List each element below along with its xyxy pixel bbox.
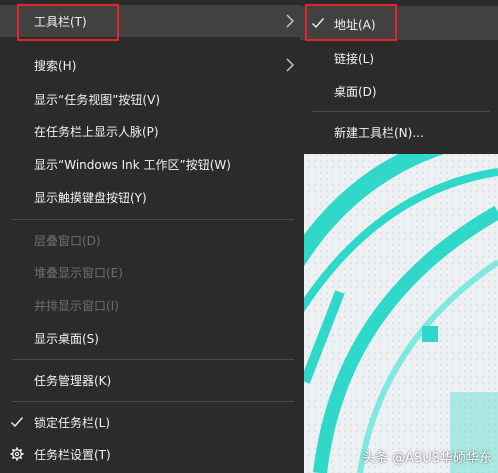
menu-item-task-manager[interactable]: 任务管理器(K) <box>0 364 304 396</box>
check-icon <box>11 417 24 428</box>
menu-item-label: 层叠窗口(D) <box>34 233 101 248</box>
chevron-right-icon <box>286 14 294 28</box>
menu-separator <box>12 359 294 360</box>
menu-item-label: 显示“Windows Ink 工作区”按钮(W) <box>34 157 231 172</box>
watermark-text: 头条 @ASUS华硕华东 <box>362 451 493 466</box>
menu-item-lock-taskbar[interactable]: 锁定任务栏(L) <box>0 406 304 438</box>
menu-item-label: 显示“任务视图”按钮(V) <box>34 92 161 107</box>
menu-separator <box>12 219 294 220</box>
menu-item-show-desktop[interactable]: 显示桌面(S) <box>0 322 304 354</box>
highlight-box-toolbar <box>17 4 119 41</box>
submenu-separator <box>312 111 490 112</box>
menu-item-task-view[interactable]: 显示“任务视图”按钮(V) <box>0 83 304 115</box>
menu-item-label: 任务管理器(K) <box>34 373 112 388</box>
menu-item-ink[interactable]: 显示“Windows Ink 工作区”按钮(W) <box>0 148 304 180</box>
submenu-item-label: 新建工具栏(N)... <box>334 126 424 140</box>
menu-separator <box>12 401 294 402</box>
wallpaper-graphic <box>300 152 498 473</box>
submenu-item-label: 桌面(D) <box>334 85 377 99</box>
menu-item-taskbar-settings[interactable]: 任务栏设置(T) <box>0 438 304 470</box>
submenu-item-label: 链接(L) <box>334 52 375 66</box>
submenu-item-desktop[interactable]: 桌面(D) <box>300 73 498 107</box>
menu-item-label: 堆叠显示窗口(E) <box>34 265 123 280</box>
menu-item-label: 显示桌面(S) <box>34 331 99 346</box>
menu-item-side-by-side: 并排显示窗口(I) <box>0 289 304 321</box>
submenu-item-links[interactable]: 链接(L) <box>300 40 498 74</box>
menu-item-stacked: 堆叠显示窗口(E) <box>0 256 304 288</box>
menu-item-label: 显示触摸键盘按钮(Y) <box>34 190 147 205</box>
gear-icon <box>10 447 24 461</box>
menu-item-label: 并排显示窗口(I) <box>34 298 119 313</box>
taskbar-context-menu: 工具栏(T) 搜索(H) 显示“任务视图”按钮(V) 在任务栏上显示人脉(P) … <box>0 0 304 473</box>
menu-item-label: 搜索(H) <box>34 58 77 73</box>
menu-item-search[interactable]: 搜索(H) <box>0 49 304 81</box>
menu-item-label: 在任务栏上显示人脉(P) <box>34 124 159 139</box>
menu-item-label: 任务栏设置(T) <box>34 447 111 462</box>
menu-item-label: 锁定任务栏(L) <box>34 415 111 430</box>
submenu-item-new-toolbar[interactable]: 新建工具栏(N)... <box>300 114 498 148</box>
menu-item-cascade: 层叠窗口(D) <box>0 224 304 256</box>
highlight-box-address <box>305 4 397 41</box>
menu-item-people[interactable]: 在任务栏上显示人脉(P) <box>0 115 304 147</box>
menu-item-touch-keyboard[interactable]: 显示触摸键盘按钮(Y) <box>0 181 304 213</box>
chevron-right-icon <box>286 58 294 72</box>
desktop-wallpaper <box>300 152 498 473</box>
